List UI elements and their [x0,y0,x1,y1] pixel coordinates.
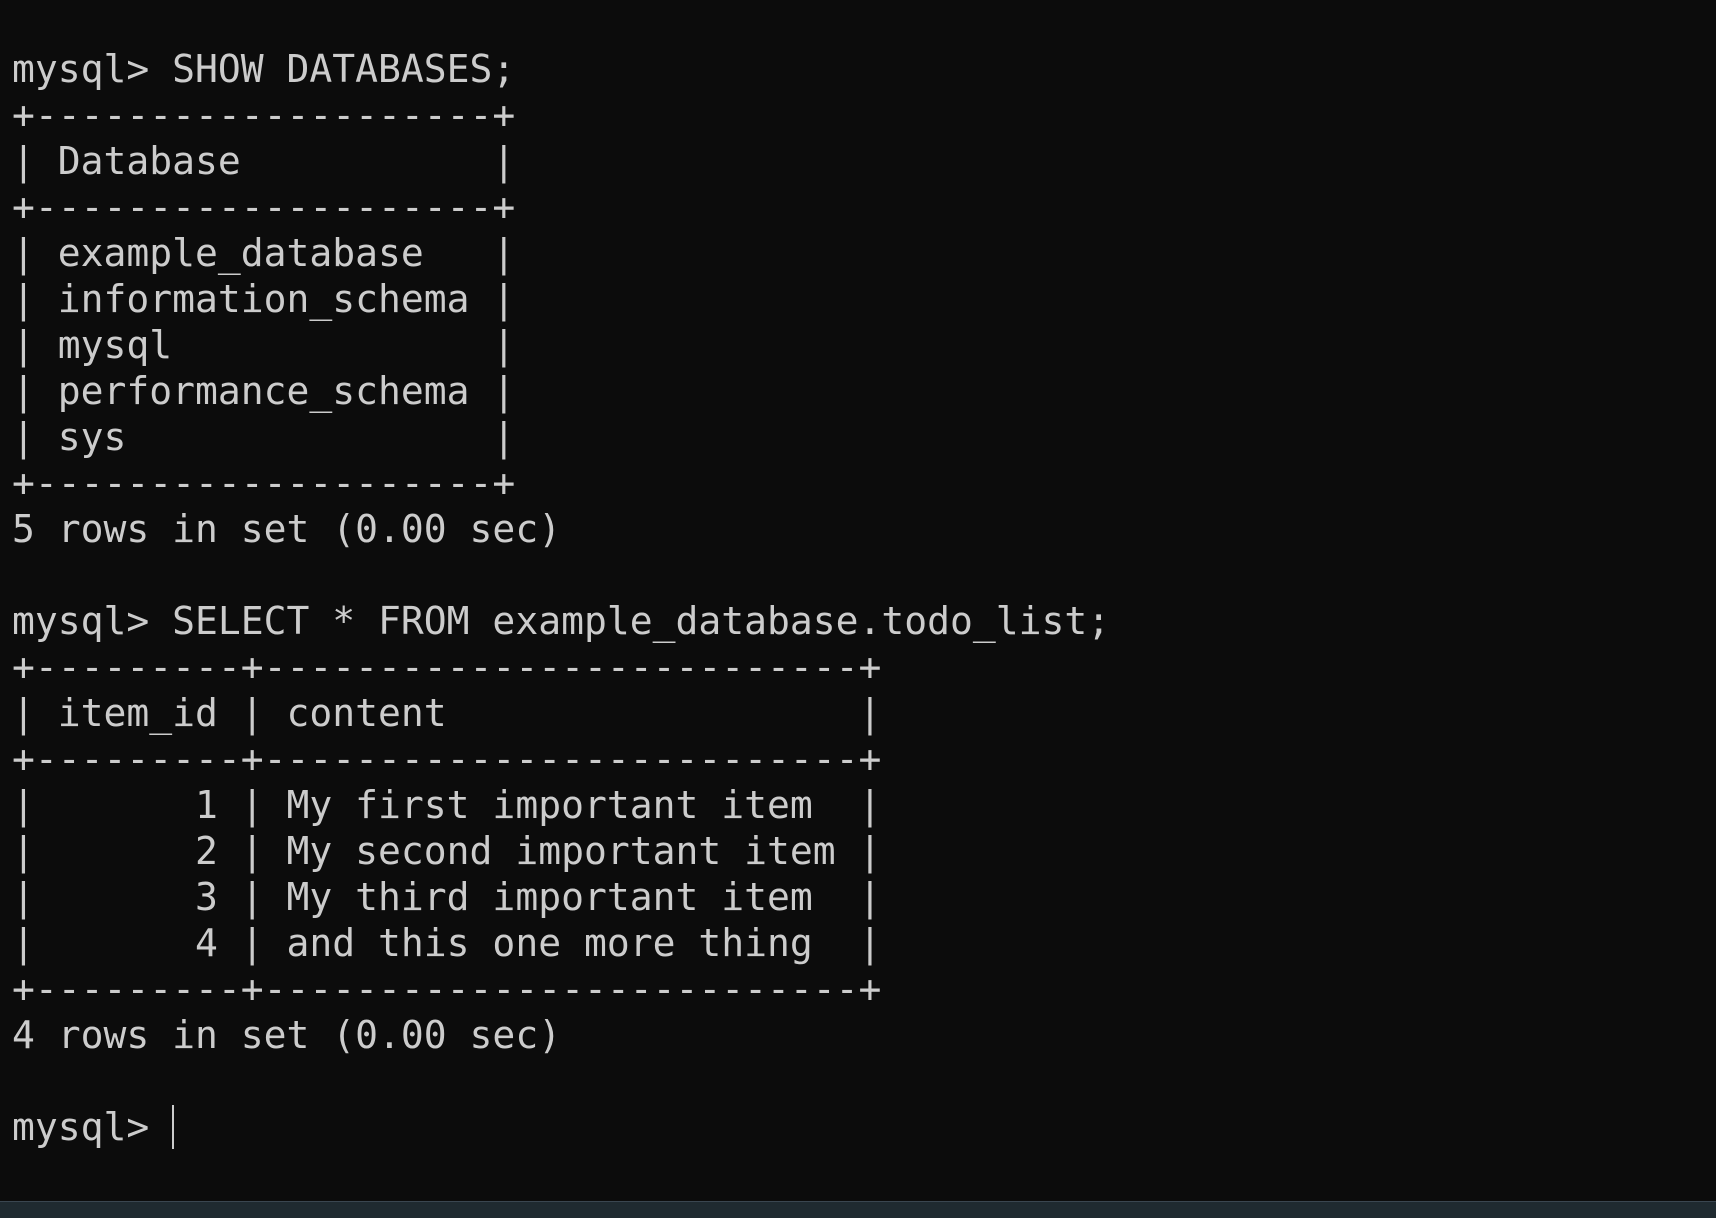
terminal-window[interactable]: mysql> SHOW DATABASES; +----------------… [0,0,1716,1218]
table-border: +---------+--------------------------+ [12,967,882,1011]
result-summary: 4 rows in set (0.00 sec) [12,1013,562,1057]
prompt-label: mysql> [12,1105,173,1149]
table-border: +--------------------+ [12,461,516,505]
table-row: | 2 | My second important item | [12,829,882,873]
table-row: | 4 | and this one more thing | [12,921,882,965]
table-border: +--------------------+ [12,93,516,137]
table-border: +--------------------+ [12,185,516,229]
table-row: | sys | [12,415,516,459]
window-bottom-edge [0,1201,1716,1218]
table-row: | 3 | My third important item | [12,875,882,919]
table-border: +---------+--------------------------+ [12,737,882,781]
table-row: | 1 | My first important item | [12,783,882,827]
active-prompt-line[interactable]: mysql> [12,1104,1716,1150]
table-border: +---------+--------------------------+ [12,645,882,689]
result-summary: 5 rows in set (0.00 sec) [12,507,562,551]
table-row: | performance_schema | [12,369,516,413]
table-header-row: | Database | [12,139,516,183]
command-line: mysql> SHOW DATABASES; [12,47,516,91]
table-row: | information_schema | [12,277,516,321]
table-row: | mysql | [12,323,516,367]
table-header-row: | item_id | content | [12,691,882,735]
table-row: | example_database | [12,231,516,275]
text-cursor [172,1105,175,1149]
command-line: mysql> SELECT * FROM example_database.to… [12,599,1111,643]
